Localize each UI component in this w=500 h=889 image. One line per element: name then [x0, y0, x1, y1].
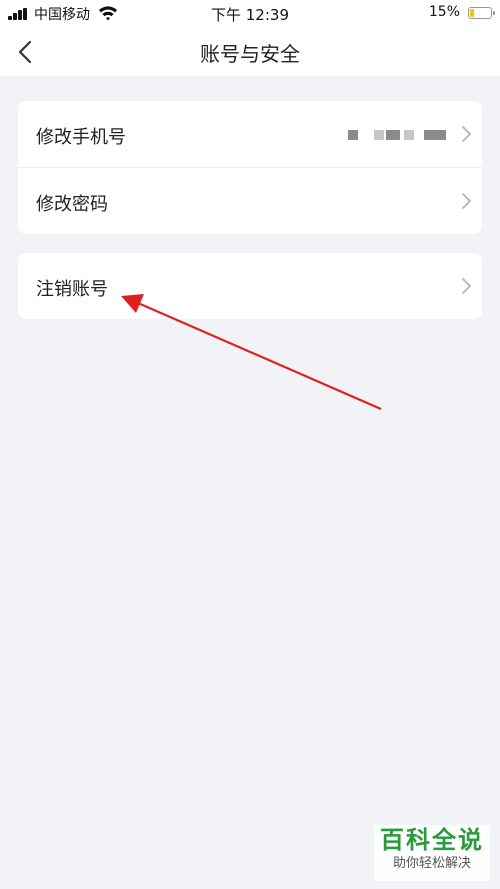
delete-account-row[interactable]: 注销账号	[18, 253, 482, 319]
battery-percentage: 15%	[428, 4, 460, 20]
status-bar: 中国移动 下午 12:39 15%	[0, 0, 500, 28]
chevron-right-icon	[462, 193, 471, 209]
navigation-bar: 账号与安全	[0, 28, 500, 76]
battery-icon	[468, 7, 495, 19]
watermark-subtitle: 助你轻松解决	[392, 856, 471, 871]
watermark-title: 百科全说	[380, 826, 484, 854]
account-settings-group: 修改手机号 修改密码	[18, 101, 482, 234]
change-phone-label: 修改手机号	[36, 127, 126, 148]
change-phone-row[interactable]: 修改手机号	[18, 101, 482, 167]
delete-account-label: 注销账号	[36, 279, 108, 300]
change-password-row[interactable]: 修改密码	[18, 167, 482, 234]
masked-phone-number	[348, 130, 448, 140]
page-title: 账号与安全	[200, 42, 300, 66]
status-time: 下午 12:39	[211, 6, 289, 24]
account-deletion-group: 注销账号	[18, 253, 482, 319]
chevron-right-icon	[462, 278, 471, 294]
chevron-right-icon	[462, 126, 471, 142]
change-password-label: 修改密码	[36, 194, 108, 215]
watermark-logo: 百科全说 助你轻松解决	[374, 825, 490, 881]
